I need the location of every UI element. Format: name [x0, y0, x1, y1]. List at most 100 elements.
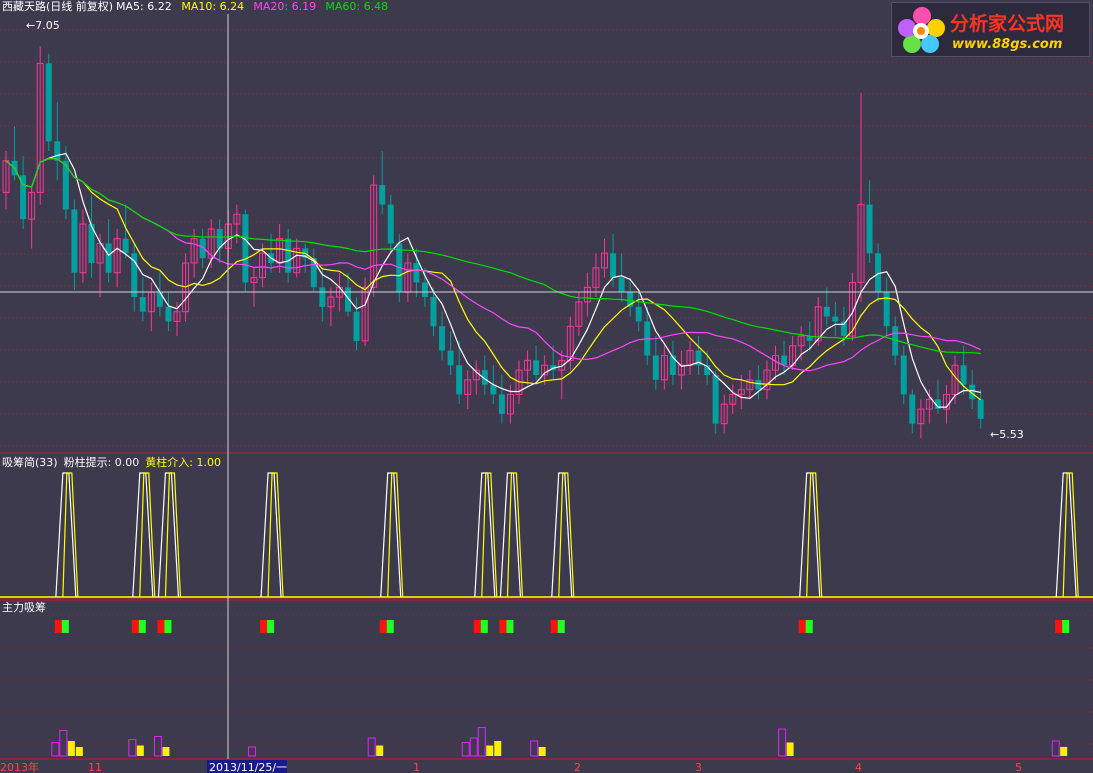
stock-chart[interactable]: 西藏天路(日线 前复权) MA5: 6.22 MA10: 6.24 MA20: 6.…	[0, 0, 1093, 773]
candle-body-down	[430, 297, 437, 327]
logo-title: 分析家公式网	[950, 13, 1065, 35]
indicator-main-force-panel	[51, 620, 1070, 757]
candle-body-down	[165, 306, 172, 322]
magenta-bar	[1051, 740, 1060, 757]
logo-url: www.88gs.com	[952, 37, 1063, 52]
indicator-xichou-panel	[0, 472, 1093, 598]
candle-body-down	[866, 204, 873, 254]
candle-body-down	[832, 316, 839, 322]
candle-body-down	[413, 262, 420, 283]
ma-legend-item: MA60: 6.48	[325, 0, 388, 13]
yellow-bar	[136, 745, 144, 756]
candle-body-down	[960, 365, 967, 385]
candle-body-down	[977, 399, 984, 419]
indicator2-title: 主力吸筹	[2, 600, 46, 614]
candle-body-down	[618, 277, 625, 293]
candle-body-down	[635, 306, 642, 322]
ma-legend-item: MA20: 6.19	[253, 0, 316, 13]
red-marker	[54, 620, 62, 633]
candle-body-down	[909, 394, 916, 424]
candle-body-down	[122, 238, 129, 254]
candle-body-down	[669, 355, 676, 375]
stock-title: 西藏天路(日线 前复权)	[2, 0, 113, 13]
site-logo: 分析家公式网 www.88gs.com	[891, 2, 1090, 57]
yellow-bar	[162, 747, 170, 756]
magenta-bar	[153, 736, 162, 757]
candle-body-down	[498, 394, 505, 414]
magenta-bar	[367, 737, 376, 757]
candle-body-down	[533, 360, 540, 375]
red-marker	[131, 620, 139, 633]
candle-body-down	[421, 282, 428, 298]
candle-body-down	[105, 243, 112, 273]
red-marker	[798, 620, 806, 633]
candle-body-down	[139, 297, 146, 312]
green-marker	[506, 620, 514, 633]
red-marker	[157, 620, 165, 633]
candle-body-down	[242, 214, 249, 283]
candle-body-down	[156, 292, 163, 307]
candle-body-down	[900, 355, 907, 395]
candle-body-down	[755, 379, 762, 390]
stock-name: 西藏天路	[2, 0, 46, 13]
ma-legend-item: MA5: 6.22	[116, 0, 172, 13]
red-marker	[260, 620, 268, 633]
high-price-annotation: ←7.05	[26, 19, 60, 32]
candle-body-down	[353, 311, 360, 341]
magenta-bar	[59, 730, 68, 757]
candle-body-down	[45, 63, 52, 142]
axis-label-year: 2013年	[0, 760, 39, 773]
green-marker	[61, 620, 69, 633]
low-price-annotation: ←5.53	[990, 428, 1024, 441]
red-marker	[473, 620, 481, 633]
candle-body-down	[387, 204, 394, 244]
red-marker	[379, 620, 387, 633]
green-marker	[480, 620, 488, 633]
candle-body-down	[823, 306, 830, 317]
ma20-line	[5, 158, 981, 372]
red-marker	[550, 620, 558, 633]
cursor-date-label: 2013/11/25/一	[209, 761, 287, 773]
green-marker	[138, 620, 146, 633]
green-marker	[805, 620, 813, 633]
axis-label-nov: 11	[88, 761, 102, 773]
yellow-bar	[786, 742, 794, 756]
candle-body-down	[456, 365, 463, 395]
green-marker	[386, 620, 394, 633]
axis-label-apr: 4	[855, 761, 862, 773]
magenta-bar	[461, 742, 470, 757]
flower-logo-icon	[898, 7, 945, 53]
ma-legend: MA5: 6.22 MA10: 6.24 MA20: 6.19 MA60: 6.48	[116, 0, 388, 13]
crosshair	[0, 14, 1093, 759]
candle-body-down	[781, 355, 788, 366]
axis-label-feb: 2	[574, 761, 581, 773]
candlestick-series	[2, 46, 984, 439]
indicator1-title: 吸筹简(33) 粉柱提示: 0.00 黄柱介入: 1.00	[2, 455, 221, 469]
yellow-bar	[538, 747, 546, 756]
date-axis: 2013年 11 2013/11/25/一 1 2 3 4 5	[0, 760, 1022, 773]
yellow-bar	[486, 745, 494, 756]
magenta-bar	[128, 739, 137, 757]
candle-body-down	[652, 355, 659, 380]
magenta-bar	[778, 728, 787, 757]
axis-label-mar: 3	[695, 761, 702, 773]
yellow-bar	[75, 747, 83, 756]
red-marker	[1055, 620, 1063, 633]
green-marker	[267, 620, 275, 633]
candle-body-down	[379, 185, 386, 205]
magenta-bar	[477, 727, 486, 757]
magenta-bar	[530, 740, 539, 757]
axis-label-may: 5	[1015, 761, 1022, 773]
red-marker	[499, 620, 507, 633]
axis-label-jan: 1	[413, 761, 420, 773]
candle-body-down	[54, 141, 61, 161]
candle-body-down	[883, 292, 890, 327]
yellow-bar	[67, 741, 75, 756]
yellow-bar	[1060, 747, 1068, 756]
green-marker	[557, 620, 565, 633]
adjust-mode: (日线 前复权)	[46, 0, 113, 13]
candle-body-down	[71, 209, 78, 273]
ma-legend-item: MA10: 6.24	[181, 0, 244, 13]
yellow-bar	[376, 745, 384, 756]
green-marker	[164, 620, 172, 633]
